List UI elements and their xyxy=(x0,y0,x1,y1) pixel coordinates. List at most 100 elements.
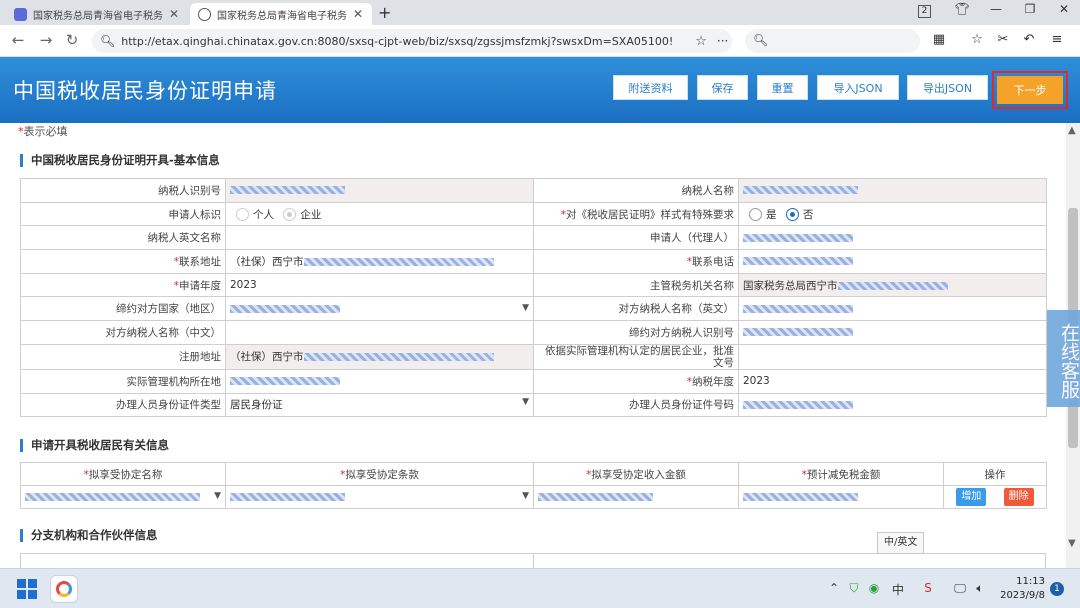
attach-button[interactable]: 附送资料 xyxy=(613,75,688,100)
chevron-down-icon: ▼ xyxy=(522,302,529,313)
form-content: *表示必填 中国税收居民身份证明开具-基本信息 纳税人识别号 纳税人名称 申请人… xyxy=(0,123,1066,568)
counterpart-id-input[interactable] xyxy=(738,320,1047,345)
star-icon[interactable]: ☆ xyxy=(695,34,707,49)
applicant-agent-label: 申请人（代理人） xyxy=(533,225,739,251)
volume-icon[interactable]: 🔈︎ xyxy=(972,581,988,596)
resident-doc-input[interactable] xyxy=(738,343,1047,370)
forward-icon[interactable]: → xyxy=(36,31,56,49)
chevron-up-icon[interactable]: ⌃ xyxy=(826,581,842,595)
menu-icon[interactable]: ≡ xyxy=(1048,32,1066,47)
browser-tab-bar: 国家税务总局青海省电子税务局 ✕ 国家税务总局青海省电子税务局 ✕ + 2 👕︎… xyxy=(0,0,1080,25)
tax-year-input[interactable]: 2023 xyxy=(738,368,1047,394)
management-location-input[interactable] xyxy=(225,368,534,394)
close-tab-icon[interactable]: ✕ xyxy=(169,7,179,21)
etax-favicon-icon xyxy=(14,7,27,21)
minimize-icon[interactable]: — xyxy=(986,2,1006,16)
browser-app-icon[interactable] xyxy=(50,575,78,603)
tax-relief-input[interactable] xyxy=(738,485,944,509)
counterpart-id-label: 缔约对方纳税人识别号 xyxy=(533,320,739,345)
next-step-highlight: 下一步 xyxy=(992,71,1068,109)
reset-button[interactable]: 重置 xyxy=(757,75,808,100)
online-service-button[interactable]: 在线客服 xyxy=(1047,310,1080,407)
app-header: 中国税收居民身份证明申请 附送资料 保存 重置 导入JSON 导出JSON xyxy=(0,57,1080,123)
tab-count-icon[interactable]: 2 xyxy=(918,5,931,18)
close-window-icon[interactable]: ✕ xyxy=(1054,2,1074,16)
required-note: *表示必填 xyxy=(18,125,68,138)
radio-no-label: 否 xyxy=(802,208,814,221)
url-text[interactable]: http://etax.qinghai.chinatax.gov.cn:8080… xyxy=(121,35,691,48)
col-treaty-clause: *拟享受协定条款 xyxy=(225,462,534,486)
search-icon: 🔍︎ xyxy=(100,34,116,48)
section-tax-resident-info-title: 申请开具税收居民有关信息 xyxy=(20,439,169,452)
col-actions: 操作 xyxy=(943,462,1047,486)
year-input[interactable]: 2023 xyxy=(225,272,534,298)
reload-icon[interactable]: ↻ xyxy=(62,31,82,49)
counterpart-name-cn-input[interactable] xyxy=(225,320,534,345)
radio-individual[interactable] xyxy=(236,208,249,222)
network-icon[interactable]: 🖵︎ xyxy=(952,581,968,596)
export-json-button[interactable]: 导出JSON xyxy=(907,75,988,100)
tab-title: 国家税务总局青海省电子税务局 xyxy=(217,10,347,22)
more-icon[interactable]: ··· xyxy=(717,34,728,48)
treaty-country-label: 缔约对方国家（地区） xyxy=(20,296,226,322)
tab-title: 国家税务总局青海省电子税务局 xyxy=(33,10,163,22)
search-box[interactable]: 🔍︎ xyxy=(745,29,920,53)
col-treaty-name: *拟享受协定名称 xyxy=(20,462,226,486)
applicant-type-label: 申请人标识 xyxy=(20,201,226,227)
treaty-country-select[interactable]: ▼ xyxy=(225,296,534,322)
treaty-clause-select[interactable]: ▼ xyxy=(225,485,534,509)
col-income-amount: *拟享受协定收入金额 xyxy=(533,462,739,486)
ime-icon[interactable]: 中 xyxy=(890,581,906,598)
shield-icon[interactable]: ⛉ xyxy=(846,581,862,596)
undo-icon[interactable]: ↶ xyxy=(1020,32,1038,47)
favorites-icon[interactable]: ☆ xyxy=(968,32,986,47)
taskbar: ⌃ ⛉ ◉ 中 S 🖵︎ 🔈︎ 11:13 2023/9/8 1 xyxy=(0,568,1080,608)
windows-start-icon[interactable] xyxy=(17,579,37,599)
address-label: *联系地址 xyxy=(20,249,226,274)
applicant-agent-input[interactable] xyxy=(738,225,1047,251)
restore-icon[interactable]: ❐ xyxy=(1020,2,1040,16)
taxpayer-name-value xyxy=(738,178,1047,203)
close-tab-icon[interactable]: ✕ xyxy=(353,7,363,21)
ime-tooltip: 中/英文 xyxy=(877,532,925,554)
english-name-input[interactable] xyxy=(225,225,534,251)
year-label: *申请年度 xyxy=(20,272,226,298)
next-step-button[interactable]: 下一步 xyxy=(997,76,1063,104)
tax-authority-label: 主管税务机关名称 xyxy=(533,272,739,298)
address-bar[interactable]: 🔍︎ http://etax.qinghai.chinatax.gov.cn:8… xyxy=(92,29,732,53)
counterpart-name-en-input[interactable] xyxy=(738,296,1047,322)
taxpayer-id-value xyxy=(225,178,534,203)
handler-id-type-select[interactable]: 居民身份证 ▼ xyxy=(225,392,534,418)
radio-no[interactable] xyxy=(785,208,799,222)
shirt-icon[interactable]: 👕︎ xyxy=(952,2,972,16)
add-row-button[interactable]: 增加 xyxy=(956,488,987,506)
new-tab-button[interactable]: + xyxy=(378,3,391,22)
treaty-name-select[interactable]: ▼ xyxy=(20,485,226,509)
import-json-button[interactable]: 导入JSON xyxy=(817,75,899,100)
address-input[interactable]: （社保）西宁市 xyxy=(225,249,534,274)
clock[interactable]: 11:13 2023/9/8 xyxy=(995,575,1045,603)
chevron-down-icon: ▼ xyxy=(522,491,529,501)
radio-enterprise[interactable] xyxy=(283,208,297,222)
handler-id-no-input[interactable] xyxy=(738,392,1047,418)
scroll-down-icon[interactable]: ▼ xyxy=(1068,538,1076,549)
scroll-up-icon[interactable]: ▲ xyxy=(1068,125,1076,136)
apps-icon[interactable]: ▦ xyxy=(930,32,948,47)
delete-row-button[interactable]: 删除 xyxy=(1003,488,1034,506)
phone-input[interactable] xyxy=(738,249,1047,274)
section-branch-partner-title: 分支机构和合作伙伴信息 xyxy=(20,529,158,542)
radio-yes[interactable] xyxy=(749,208,762,222)
income-amount-input[interactable] xyxy=(533,485,739,509)
notification-badge[interactable]: 1 xyxy=(1050,582,1064,596)
basic-info-table: 纳税人识别号 纳税人名称 申请人标识 个人 企业 *对《税收居民证明》样式有特殊… xyxy=(20,178,1047,418)
radio-individual-label: 个人 xyxy=(253,208,274,221)
save-button[interactable]: 保存 xyxy=(697,75,748,100)
tab-etax-2[interactable]: 国家税务总局青海省电子税务局 ✕ xyxy=(190,3,372,25)
security-app-icon[interactable]: ◉ xyxy=(866,581,882,595)
back-icon[interactable]: ← xyxy=(8,31,28,49)
scissors-icon[interactable]: ✂ xyxy=(994,32,1012,47)
counterpart-name-en-label: 对方纳税人名称（英文） xyxy=(533,296,739,322)
sogou-icon[interactable]: S xyxy=(920,581,936,595)
tab-etax-1[interactable]: 国家税务总局青海省电子税务局 ✕ xyxy=(6,3,188,25)
resident-doc-label: 依据实际管理机构认定的居民企业，批准文号 xyxy=(533,343,739,370)
